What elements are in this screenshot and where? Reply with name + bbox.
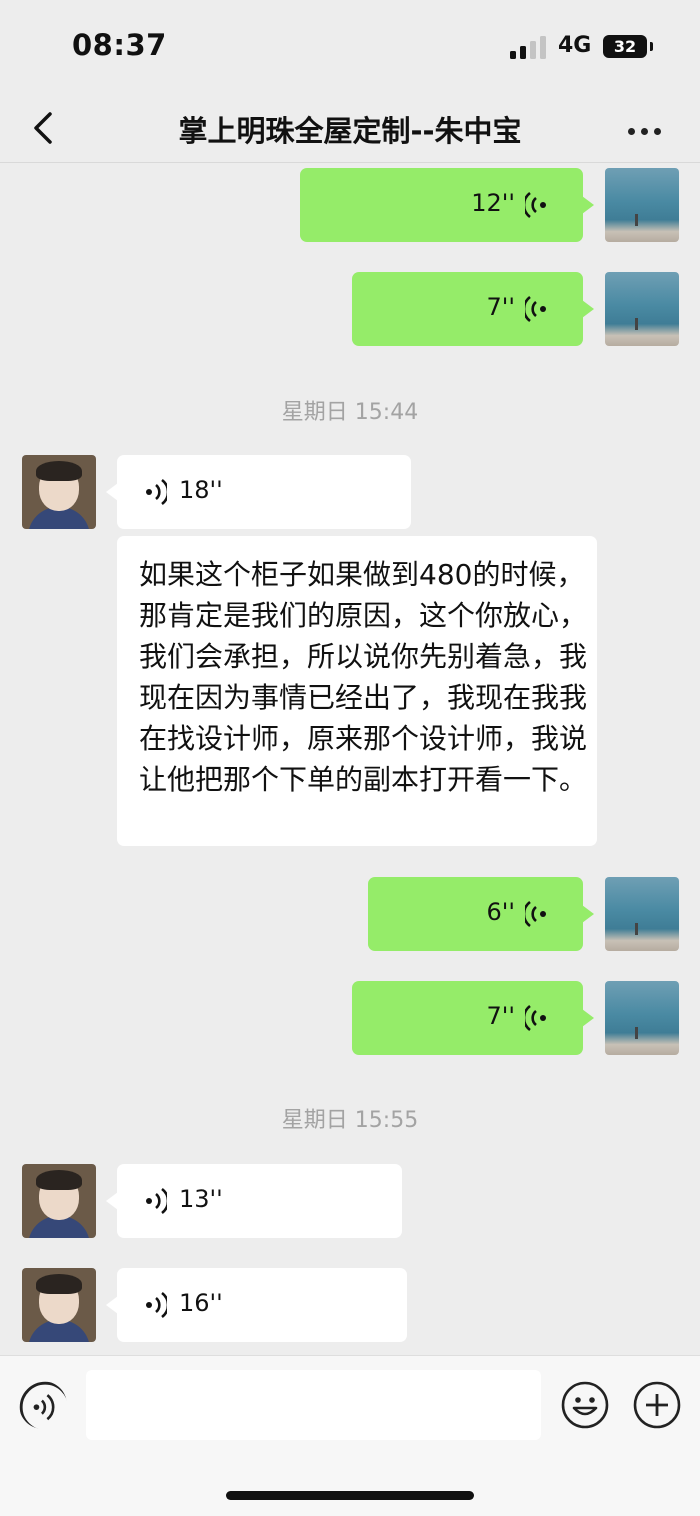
home-indicator[interactable]	[226, 1491, 474, 1500]
chevron-left-icon[interactable]	[26, 108, 66, 148]
voice-input-icon[interactable]	[19, 1381, 67, 1429]
text-message-incoming[interactable]: 如果这个柜子如果做到480的时候，那肯定是我们的原因，这个你放心，我们会承担，所…	[117, 536, 597, 846]
voice-message-outgoing[interactable]: 7''	[352, 981, 594, 1055]
message-input[interactable]	[86, 1370, 541, 1440]
message-text: 如果这个柜子如果做到480的时候，那肯定是我们的原因，这个你放心，我们会承担，所…	[139, 558, 588, 796]
emoji-icon[interactable]	[561, 1381, 609, 1429]
voice-wave-icon	[146, 1291, 167, 1319]
my-avatar[interactable]	[605, 981, 679, 1055]
chat-title: 掌上明珠全屋定制--朱中宝	[178, 114, 522, 148]
voice-message-incoming[interactable]: 16''	[106, 1268, 407, 1342]
voice-message-outgoing[interactable]: 6''	[368, 877, 594, 951]
voice-duration: 7''	[486, 293, 515, 321]
voice-duration: 7''	[486, 1002, 515, 1030]
my-avatar[interactable]	[605, 168, 679, 242]
battery-icon: 32	[603, 35, 653, 58]
my-avatar[interactable]	[605, 877, 679, 951]
chat-header: 掌上明珠全屋定制--朱中宝	[0, 90, 700, 163]
network-type: 4G	[558, 33, 592, 58]
plus-icon[interactable]	[633, 1381, 681, 1429]
voice-duration: 12''	[471, 189, 515, 217]
voice-duration: 6''	[486, 898, 515, 926]
voice-message-incoming[interactable]: 18''	[106, 455, 411, 529]
my-avatar[interactable]	[605, 272, 679, 346]
voice-duration: 13''	[179, 1185, 223, 1213]
voice-wave-icon	[525, 1004, 546, 1032]
voice-message-incoming[interactable]: 13''	[106, 1164, 402, 1238]
voice-wave-icon	[525, 191, 546, 219]
status-time: 08:37	[72, 28, 167, 62]
contact-avatar[interactable]	[22, 1268, 96, 1342]
voice-wave-icon	[525, 295, 546, 323]
chat-timestamp: 星期日 15:44	[281, 400, 419, 425]
voice-duration: 16''	[179, 1289, 223, 1317]
contact-avatar[interactable]	[22, 1164, 96, 1238]
voice-wave-icon	[146, 478, 167, 506]
voice-wave-icon	[525, 900, 546, 928]
voice-wave-icon	[146, 1187, 167, 1215]
status-bar: 08:37 4G 32	[0, 0, 700, 90]
cell-signal-icon	[510, 35, 548, 59]
voice-duration: 18''	[179, 476, 223, 504]
more-dots-icon[interactable]	[628, 120, 672, 135]
chat-timestamp: 星期日 15:55	[281, 1108, 419, 1133]
contact-avatar[interactable]	[22, 455, 96, 529]
voice-message-outgoing[interactable]: 7''	[352, 272, 594, 346]
voice-message-outgoing[interactable]: 12''	[300, 168, 594, 242]
